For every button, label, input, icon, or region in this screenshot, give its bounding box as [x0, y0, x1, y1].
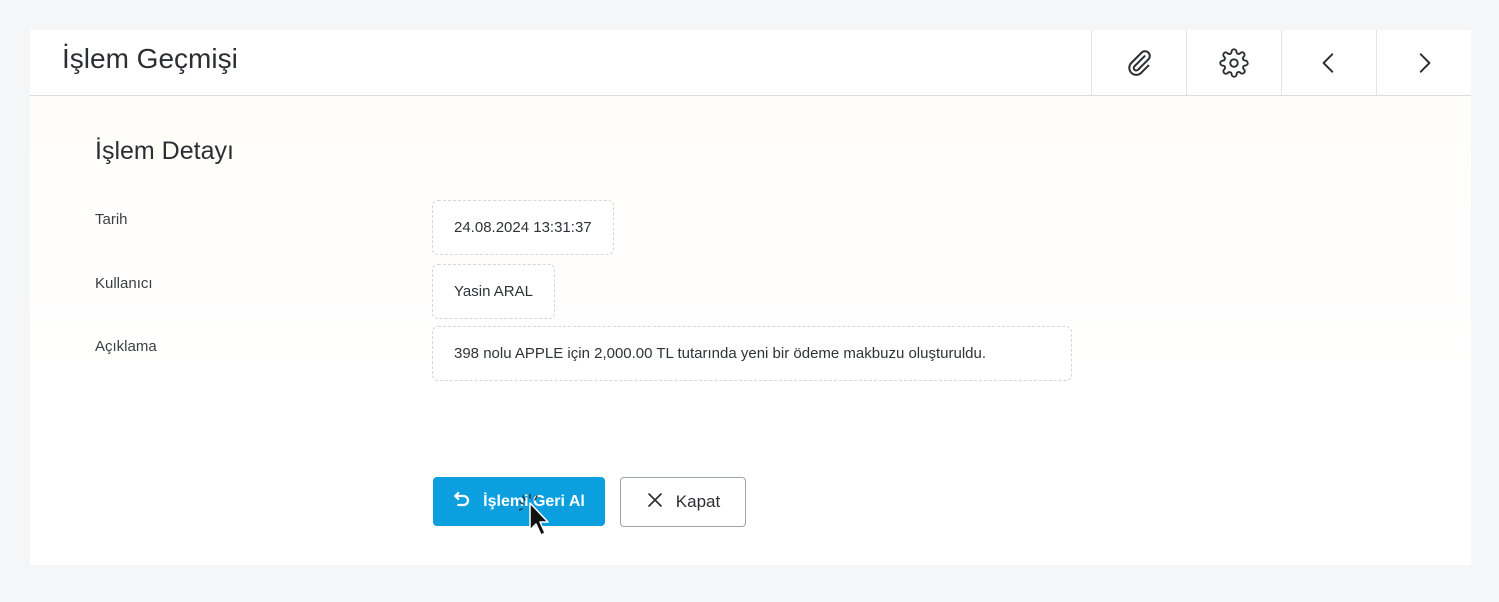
undo-icon: [453, 490, 471, 513]
close-icon: [646, 491, 664, 514]
undo-transaction-button[interactable]: İşlemi Geri Al: [433, 477, 605, 526]
next-button[interactable]: [1376, 30, 1471, 95]
attachment-icon: [1124, 48, 1154, 78]
detail-area: İşlem Detayı Tarih 24.08.2024 13:31:37 K…: [30, 96, 1471, 565]
chevron-left-icon: [1316, 50, 1342, 76]
settings-button[interactable]: [1186, 30, 1281, 95]
date-value: 24.08.2024 13:31:37: [432, 200, 614, 255]
attachment-button[interactable]: [1091, 30, 1186, 95]
previous-button[interactable]: [1281, 30, 1376, 95]
chevron-right-icon: [1411, 50, 1437, 76]
panel-header: İşlem Geçmişi: [30, 30, 1471, 96]
page-title: İşlem Geçmişi: [62, 43, 238, 74]
close-button[interactable]: Kapat: [620, 477, 746, 527]
gear-icon: [1219, 47, 1249, 78]
header-toolbar: [1091, 30, 1471, 95]
close-label: Kapat: [675, 492, 721, 511]
transaction-history-panel: İşlem Geçmişi İşlem Detayı Tarih 24.08.2…: [30, 30, 1471, 565]
user-label: Kullanıcı: [95, 275, 153, 292]
section-title: İşlem Detayı: [95, 137, 234, 165]
description-value: 398 nolu APPLE için 2,000.00 TL tutarınd…: [432, 326, 1072, 381]
date-label: Tarih: [95, 211, 128, 228]
description-label: Açıklama: [95, 338, 157, 355]
undo-transaction-label: İşlemi Geri Al: [483, 492, 585, 510]
user-value: Yasin ARAL: [432, 264, 555, 319]
